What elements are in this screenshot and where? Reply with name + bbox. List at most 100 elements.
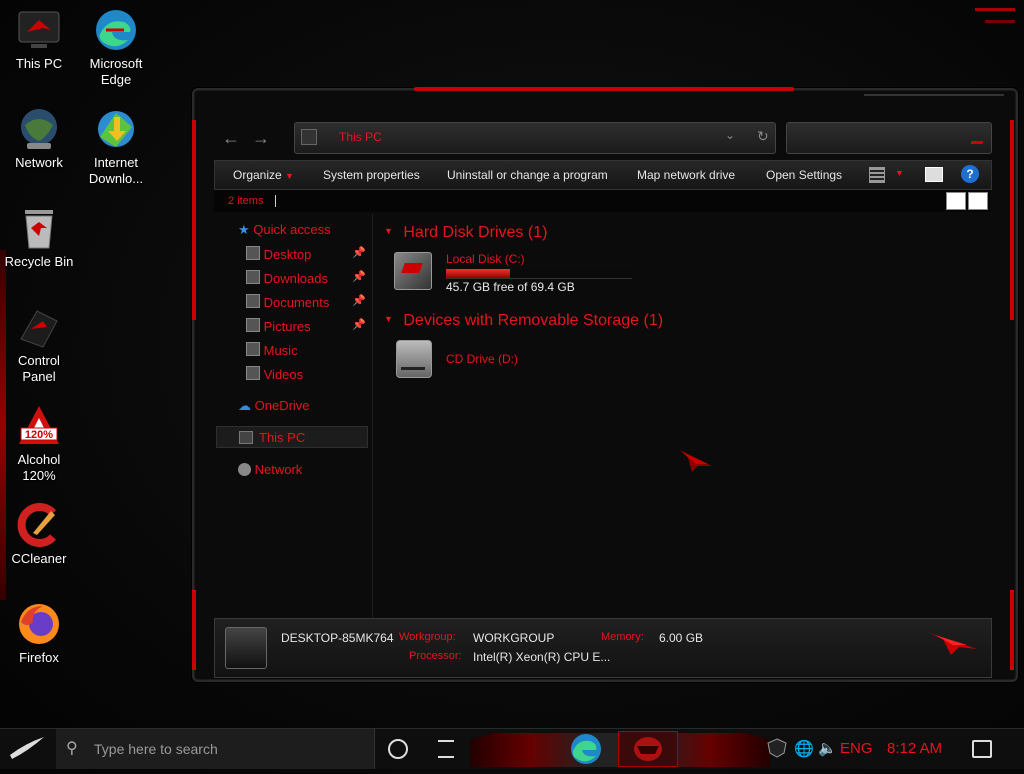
organize-button[interactable]: Organize ▼ <box>233 168 294 182</box>
nav-downloads[interactable]: Downloads 📌 <box>246 270 366 286</box>
rog-logo-icon <box>680 450 712 472</box>
nav-onedrive[interactable]: ☁ OneDrive <box>238 398 310 414</box>
details-view-icon[interactable] <box>946 192 966 210</box>
nav-label: Documents <box>263 295 330 310</box>
clock[interactable]: 8:12 AM <box>887 740 942 757</box>
nav-this-pc-selected[interactable]: This PC <box>216 426 368 448</box>
rog-helmet-icon <box>634 737 662 761</box>
edge-icon <box>94 8 138 52</box>
start-button[interactable] <box>0 729 56 769</box>
notification-center-icon[interactable] <box>972 740 992 758</box>
chevron-down-icon[interactable]: ⌄ <box>725 128 735 142</box>
group-header-removable[interactable]: ▼ Devices with Removable Storage (1) <box>384 312 663 330</box>
frame-top-right-notch <box>864 94 1004 104</box>
map-network-drive-button[interactable]: Map network drive <box>637 168 735 182</box>
frame-top-red-bar <box>414 87 794 91</box>
drive-cd-d[interactable]: CD Drive (D:) <box>392 336 592 382</box>
chevron-down-icon: ▼ <box>285 171 294 181</box>
desktop-icon-label: Internet Downlo... <box>88 155 144 186</box>
desktop-icon-edge[interactable]: Microsoft Edge <box>77 8 155 88</box>
rog-logo-icon <box>927 625 979 660</box>
tray-rog-icon[interactable] <box>766 737 788 759</box>
nav-label: OneDrive <box>254 398 310 413</box>
desktop-icon-label: CCleaner <box>11 551 67 566</box>
view-options-icon[interactable] <box>869 167 885 183</box>
nav-videos[interactable]: Videos <box>246 366 303 382</box>
cortana-button[interactable] <box>388 739 408 759</box>
alcohol-120-icon: 120% <box>17 404 61 448</box>
network-status-icon[interactable]: 🌐 <box>794 739 814 759</box>
large-icons-view-icon[interactable] <box>968 192 988 210</box>
desktop-icon-recycle-bin[interactable]: Recycle Bin <box>0 206 78 270</box>
workgroup-label: Workgroup: <box>399 631 456 643</box>
control-panel-icon <box>17 305 61 349</box>
back-button[interactable]: ← <box>222 128 242 148</box>
status-bar: 2 items <box>214 190 990 212</box>
rog-logo-watermark <box>678 446 714 477</box>
nav-label: Quick access <box>253 222 331 237</box>
network-globe-icon <box>238 463 251 476</box>
nav-network[interactable]: Network <box>238 462 302 477</box>
network-icon <box>17 107 61 151</box>
nav-desktop[interactable]: Desktop 📌 <box>246 246 366 262</box>
refresh-icon[interactable]: ↻ <box>757 128 769 145</box>
help-button[interactable]: ? <box>961 165 979 183</box>
nav-label: Videos <box>263 367 304 382</box>
internet-download-manager-icon <box>94 107 138 151</box>
language-indicator[interactable]: ENG <box>840 740 873 757</box>
desktop-icon-label: Network <box>15 155 63 170</box>
memory-value: 6.00 GB <box>659 631 704 645</box>
taskbar: ⚲ Type here to search 🌐 🔈 ENG 8:12 AM <box>0 728 1024 769</box>
item-count: 2 items <box>228 195 264 207</box>
frame-right-red-bar <box>1010 120 1014 320</box>
edge-icon <box>571 734 601 764</box>
desktop-folder-icon <box>246 246 260 260</box>
explorer-window: ← → This PC ⌄ ↻ Organize ▼ System proper… <box>192 87 1018 682</box>
recycle-bin-icon <box>17 206 61 250</box>
desktop-icon-label: Recycle Bin <box>4 254 74 269</box>
address-bar[interactable]: This PC ⌄ ↻ <box>294 122 776 154</box>
nav-documents[interactable]: Documents 📌 <box>246 294 366 310</box>
music-folder-icon <box>246 342 260 356</box>
taskbar-edge-app[interactable] <box>566 731 606 767</box>
search-box[interactable] <box>786 122 992 154</box>
desktop-icon-label: Microsoft Edge <box>89 56 143 87</box>
uninstall-program-button[interactable]: Uninstall or change a program <box>447 168 608 182</box>
desktop-icon-this-pc[interactable]: This PC <box>0 8 78 72</box>
task-view-icon[interactable] <box>438 740 454 758</box>
drive-name: Local Disk (C:) <box>446 252 525 266</box>
nav-music[interactable]: Music <box>246 342 298 358</box>
volume-muted-icon[interactable]: 🔈 <box>818 739 837 757</box>
navigation-pane: ★ Quick access Desktop 📌 Downloads 📌 Doc… <box>214 214 372 618</box>
drive-usage-bar <box>446 269 632 279</box>
pin-icon: 📌 <box>352 247 366 259</box>
this-pc-icon <box>301 129 317 145</box>
desktop-icon-firefox[interactable]: Firefox <box>0 602 78 666</box>
onedrive-cloud-icon: ☁ <box>238 398 251 413</box>
svg-text:120%: 120% <box>25 429 53 441</box>
this-pc-icon <box>17 8 61 52</box>
search-box[interactable]: ⚲ Type here to search <box>56 729 375 769</box>
computer-icon <box>225 627 267 669</box>
nav-quick-access[interactable]: ★ Quick access <box>238 222 331 238</box>
desktop-icon-control-panel[interactable]: Control Panel <box>0 305 78 385</box>
chevron-down-icon[interactable]: ▼ <box>895 168 904 178</box>
system-properties-button[interactable]: System properties <box>323 168 420 182</box>
preview-pane-icon[interactable] <box>925 167 943 182</box>
group-header-hard-disks[interactable]: ▼ Hard Disk Drives (1) <box>384 224 547 242</box>
processor-label: Processor: <box>409 650 462 662</box>
search-indicator <box>971 141 983 144</box>
status-divider <box>275 195 276 207</box>
forward-button[interactable]: → <box>252 128 272 148</box>
open-settings-button[interactable]: Open Settings <box>766 168 842 182</box>
desktop-icon-ccleaner[interactable]: CCleaner <box>0 503 78 567</box>
nav-pictures[interactable]: Pictures 📌 <box>246 318 366 334</box>
desktop-icon-network[interactable]: Network <box>0 107 78 171</box>
desktop-icon-idm[interactable]: Internet Downlo... <box>77 107 155 187</box>
group-title: Devices with Removable Storage (1) <box>403 312 664 329</box>
drive-local-disk-c[interactable]: Local Disk (C:) 45.7 GB free of 69.4 GB <box>392 248 632 294</box>
desktop-icon-label: Firefox <box>19 650 59 665</box>
taskbar-file-explorer-app[interactable] <box>618 731 678 767</box>
desktop-icon-alcohol[interactable]: 120% Alcohol 120% <box>0 404 78 484</box>
chevron-down-icon: ▼ <box>384 314 393 324</box>
